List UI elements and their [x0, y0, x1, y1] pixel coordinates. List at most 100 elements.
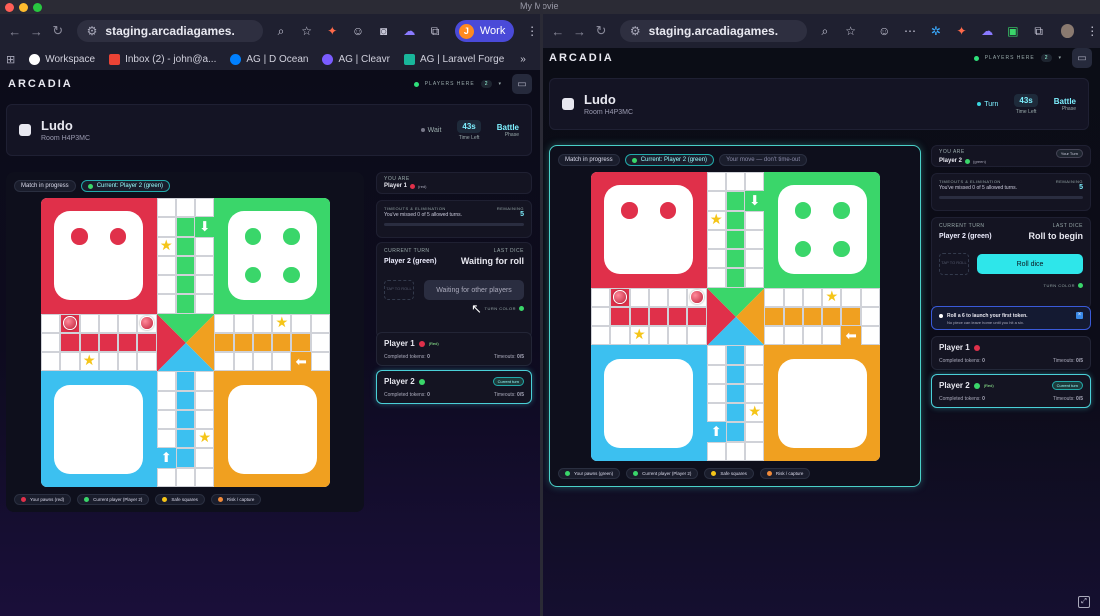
timeouts-value: 0/5 — [517, 392, 524, 398]
board-cell — [725, 364, 746, 384]
reload-icon[interactable]: ↻ — [590, 23, 612, 39]
dice-icon — [19, 124, 31, 136]
board-cell — [725, 229, 746, 250]
board-cell — [310, 332, 330, 353]
current-player-label: Current: Player 2 (green) — [96, 183, 164, 189]
reload-icon[interactable]: ↻ — [47, 23, 69, 39]
info-icon — [939, 313, 943, 318]
board-cell — [706, 249, 726, 269]
timeouts-progress — [939, 196, 1083, 199]
bookmark-inbox[interactable]: Inbox (2) - john@a... — [109, 53, 216, 65]
board-cell — [175, 294, 196, 314]
tap-to-roll-die[interactable]: TAP TO ROLL — [939, 253, 969, 275]
red-pawn — [613, 290, 627, 304]
extension-face-icon[interactable]: ☺ — [350, 24, 366, 38]
browser-menu-icon[interactable]: ⋮ — [1084, 24, 1100, 38]
ludo-board[interactable]: ★ ★ ★ ★ ⬇ ⬅ ⬆ — [41, 198, 330, 487]
forward-arrow-icon[interactable]: → — [26, 24, 48, 39]
chevron-down-icon[interactable]: ▾ — [1058, 55, 1062, 61]
timeouts-panel: TIMEOUTS & ELIMINATION REMAINING You've m… — [376, 200, 532, 238]
board-cell — [745, 249, 765, 269]
time-left-label: Time Left — [1015, 108, 1037, 115]
close-icon[interactable]: × — [1076, 312, 1083, 319]
bookmark-star-icon[interactable]: ☆ — [843, 24, 859, 38]
legend-item: Your pawns (green) — [558, 468, 621, 479]
bookmark-workspace[interactable]: Workspace — [29, 53, 96, 65]
minimize-window-icon[interactable] — [19, 2, 28, 12]
back-arrow-icon[interactable]: ← — [547, 24, 569, 39]
right-url-field[interactable]: ⚙ staging.arcadiagames. — [619, 20, 807, 42]
extension-cloud-icon[interactable]: ☁ — [979, 24, 995, 38]
extension-gear-icon[interactable]: ✲ — [928, 24, 944, 38]
board-cell — [195, 255, 215, 276]
legend-dot-icon — [162, 497, 168, 502]
home-token — [833, 240, 850, 258]
site-settings-icon[interactable]: ⚙ — [87, 24, 98, 38]
player-card-1: Player 1 (Red) Completed tokens: 0 Timeout… — [376, 332, 532, 366]
safe-star-icon: ★ — [275, 314, 289, 331]
camera-icon[interactable]: ◙ — [376, 24, 392, 38]
completed-label: Completed tokens: — [384, 392, 426, 398]
you-are-label: YOU ARE — [384, 176, 410, 182]
roll-dice-button[interactable]: Roll dice — [977, 254, 1083, 274]
extension-icon[interactable]: ✦ — [325, 24, 341, 38]
ludo-board[interactable]: ★ ★ ★ ★ ⬇ ⬅ ⬆ — [591, 172, 880, 461]
home-token — [794, 202, 811, 219]
board-container: Match in progress Current: Player 2 (gre… — [549, 145, 921, 487]
more-bookmarks-button[interactable]: » — [520, 54, 526, 65]
player-name: Player 2 — [939, 381, 970, 390]
profile-button[interactable]: J Work — [454, 20, 515, 42]
chat-icon: ▭ — [1077, 52, 1087, 64]
zoom-icon[interactable]: ⌕ — [817, 24, 833, 39]
fullscreen-icon[interactable]: ⤢ — [1078, 596, 1090, 608]
extensions-puzzle-icon[interactable]: ⧉ — [1031, 24, 1047, 39]
turn-panel: CURRENT TURN LAST DICE Player 2 (green) Ro… — [931, 217, 1091, 309]
board-cell — [648, 287, 669, 307]
board-cell — [98, 332, 119, 353]
extension-face-icon[interactable]: ☺ — [876, 24, 892, 38]
bookmark-d-ocean[interactable]: AG | D Ocean — [230, 53, 308, 65]
waiting-button[interactable]: Waiting for other players — [424, 280, 524, 300]
current-turn-value: Player 2 (green) — [939, 232, 992, 240]
back-arrow-icon[interactable]: ← — [4, 24, 26, 39]
bookmark-cleavr[interactable]: AG | Cleavr — [322, 53, 390, 65]
safe-star-icon: ★ — [748, 404, 762, 421]
current-turn-label: CURRENT TURN — [939, 223, 985, 229]
entry-arrow-icon: ⬅ — [841, 326, 861, 346]
board-cell — [745, 210, 765, 230]
bookmark-label: Workspace — [45, 53, 96, 65]
time-left-label: Time Left — [458, 134, 480, 141]
your-move-chip: Your move — don't time-out — [719, 154, 808, 166]
tap-to-roll-die: TAP TO ROLL — [384, 280, 414, 300]
extensions-puzzle-icon[interactable]: ⧉ — [427, 24, 443, 39]
phase-value: Battle — [1053, 96, 1076, 106]
chat-button[interactable]: ▭ — [1072, 48, 1092, 68]
board-cell — [668, 326, 688, 346]
bookmark-star-icon[interactable]: ☆ — [299, 24, 315, 38]
left-url-field[interactable]: ⚙ staging.arcadiagames. — [76, 20, 264, 42]
legend-item: Risk / capture — [759, 468, 811, 479]
profile-avatar-icon[interactable] — [1060, 24, 1075, 38]
extension-icon[interactable]: ✦ — [954, 24, 970, 38]
board-cell — [745, 383, 765, 404]
board-cell — [706, 229, 726, 250]
apps-grid-icon[interactable]: ⊞ — [6, 53, 15, 66]
extension-dots-icon[interactable]: ⋯ — [902, 24, 918, 38]
chat-button[interactable]: ▭ — [512, 74, 532, 94]
board-legend: Your pawns (green) Current player (Player… — [558, 468, 811, 479]
board-cell — [272, 352, 292, 372]
maximize-window-icon[interactable] — [33, 2, 42, 12]
extension-screen-icon[interactable]: ▣ — [1005, 24, 1021, 38]
forward-arrow-icon[interactable]: → — [569, 24, 591, 39]
extension-cloud-icon[interactable]: ☁ — [402, 24, 418, 38]
browser-menu-icon[interactable]: ⋮ — [524, 24, 540, 38]
entry-arrow-icon: ⬆ — [156, 448, 176, 468]
board-cell — [706, 191, 726, 211]
players-here-label: PLAYERS HERE — [424, 81, 475, 87]
bookmark-forge[interactable]: AG | Laravel Forge — [403, 53, 504, 65]
close-window-icon[interactable] — [5, 2, 14, 12]
chevron-down-icon[interactable]: ▾ — [498, 81, 502, 87]
zoom-icon[interactable]: ⌕ — [273, 24, 289, 39]
site-settings-icon[interactable]: ⚙ — [630, 24, 641, 38]
legend-label: Current player (Player 2) — [93, 497, 143, 502]
